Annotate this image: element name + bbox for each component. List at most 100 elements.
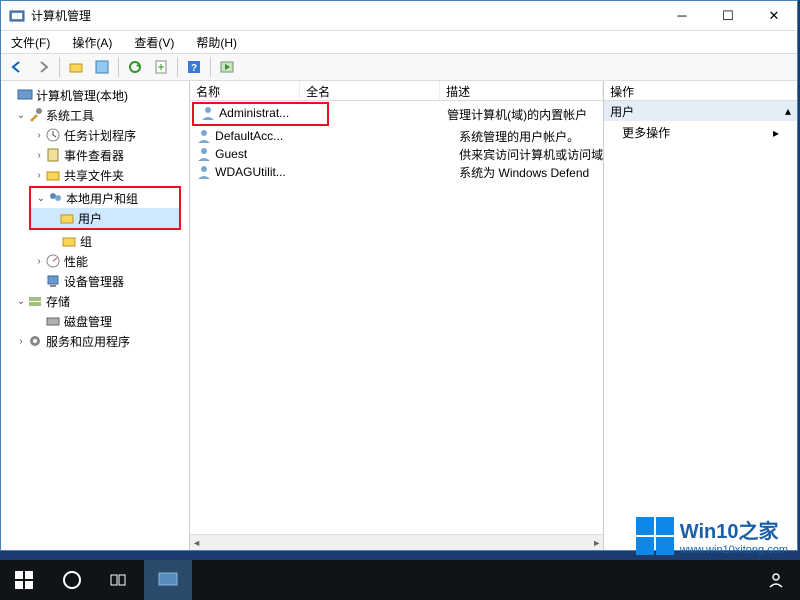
list-item-guest[interactable]: Guest 供来宾访问计算机或访问域 [190, 145, 603, 163]
perf-icon [45, 253, 61, 269]
tree-tasksched[interactable]: › 任务计划程序 [3, 125, 187, 145]
start-button[interactable] [0, 560, 48, 600]
cell-desc: 系统管理的用户帐户。 [459, 128, 579, 145]
window-title: 计算机管理 [31, 7, 659, 24]
forward-button[interactable] [31, 55, 55, 79]
tree-svcapps[interactable]: › 服务和应用程序 [3, 331, 187, 351]
tools-icon [27, 107, 43, 123]
tree-systools[interactable]: ⌄ 系统工具 [3, 105, 187, 125]
menubar: 文件(F) 操作(A) 查看(V) 帮助(H) [1, 31, 797, 53]
user-icon [196, 164, 212, 180]
list-item-wdag[interactable]: WDAGUtilit... 系统为 Windows Defend [190, 163, 603, 181]
tree-label: 磁盘管理 [64, 313, 112, 330]
toolbar: ? [1, 53, 797, 81]
folder-icon [59, 210, 75, 226]
tree-label: 存储 [46, 293, 70, 310]
expand-icon[interactable]: › [15, 336, 27, 347]
tray-people-icon[interactable] [752, 560, 800, 600]
col-desc[interactable]: 描述 [440, 81, 603, 100]
expand-icon[interactable]: › [33, 256, 45, 267]
export-button[interactable] [149, 55, 173, 79]
tree-localusers[interactable]: ⌄ 本地用户和组 [31, 188, 179, 208]
expand-icon[interactable]: › [33, 150, 45, 161]
users-icon [47, 190, 63, 206]
highlight-local-users: ⌄ 本地用户和组 用户 [29, 186, 181, 230]
cortana-button[interactable] [48, 560, 96, 600]
window-controls: ─ ☐ ✕ [659, 1, 797, 31]
actions-section-label: 用户 [610, 103, 634, 120]
expand-icon[interactable]: › [33, 130, 45, 141]
list-pane: 名称 全名 描述 Administrat... 管理计算机(域)的内置帐户 De… [190, 81, 604, 550]
col-name[interactable]: 名称 [190, 81, 300, 100]
tree-root[interactable]: 计算机管理(本地) [3, 85, 187, 105]
cell-desc: 供来宾访问计算机或访问域 [459, 146, 603, 163]
user-icon [196, 146, 212, 162]
back-button[interactable] [5, 55, 29, 79]
computer-management-window: 计算机管理 ─ ☐ ✕ 文件(F) 操作(A) 查看(V) 帮助(H) ? [0, 0, 798, 551]
menu-help[interactable]: 帮助(H) [192, 32, 241, 53]
taskview-button[interactable] [96, 560, 144, 600]
up-button[interactable] [64, 55, 88, 79]
folder-icon [45, 167, 61, 183]
windows-logo-icon [636, 517, 674, 555]
cell-name: WDAGUtilit... [215, 165, 319, 179]
user-icon [196, 128, 212, 144]
titlebar: 计算机管理 ─ ☐ ✕ [1, 1, 797, 31]
tree-label: 共享文件夹 [64, 167, 124, 184]
minimize-button[interactable]: ─ [659, 1, 705, 31]
collapse-icon[interactable]: ⌄ [15, 296, 27, 307]
main-body: 计算机管理(本地) ⌄ 系统工具 › 任务计划程序 › 事件查看器 › 共享文件… [1, 81, 797, 550]
col-fullname[interactable]: 全名 [300, 81, 440, 100]
help-button[interactable]: ? [182, 55, 206, 79]
menu-view[interactable]: 查看(V) [130, 32, 178, 53]
actions-pane: 操作 用户 ▴ 更多操作 ▸ [604, 81, 797, 550]
tree-label: 任务计划程序 [64, 127, 136, 144]
device-icon [45, 273, 61, 289]
list-header: 名称 全名 描述 [190, 81, 603, 101]
refresh-button[interactable] [123, 55, 147, 79]
menu-file[interactable]: 文件(F) [7, 32, 54, 53]
folder-icon [61, 233, 77, 249]
maximize-button[interactable]: ☐ [705, 1, 751, 31]
tree-storage[interactable]: ⌄ 存储 [3, 291, 187, 311]
tree-label: 设备管理器 [64, 273, 124, 290]
actions-section[interactable]: 用户 ▴ [604, 101, 797, 121]
event-icon [45, 147, 61, 163]
cell-desc: 管理计算机(域)的内置帐户 [447, 108, 587, 122]
list-body: Administrat... 管理计算机(域)的内置帐户 DefaultAcc.… [190, 101, 603, 534]
tree-evtviewer[interactable]: › 事件查看器 [3, 145, 187, 165]
disk-icon [45, 313, 61, 329]
tree-devmgr[interactable]: 设备管理器 [3, 271, 187, 291]
expand-icon[interactable]: › [33, 170, 45, 181]
tree-label: 事件查看器 [64, 147, 124, 164]
taskbar-app-compmgmt[interactable] [144, 560, 192, 600]
tree-label: 用户 [78, 210, 102, 227]
tree-label: 服务和应用程序 [46, 333, 130, 350]
cell-name: Guest [215, 147, 319, 161]
collapse-icon[interactable]: ⌄ [15, 110, 27, 121]
collapse-icon[interactable]: ⌄ [35, 193, 47, 204]
list-item-defaultaccount[interactable]: DefaultAcc... 系统管理的用户帐户。 [190, 127, 603, 145]
cell-name: Administrat... [219, 106, 305, 120]
actions-more[interactable]: 更多操作 ▸ [604, 121, 797, 144]
chevron-up-icon: ▴ [785, 104, 791, 118]
storage-icon [27, 293, 43, 309]
tree-shared[interactable]: › 共享文件夹 [3, 165, 187, 185]
tree-diskmgr[interactable]: 磁盘管理 [3, 311, 187, 331]
user-icon [200, 105, 216, 121]
watermark: Win10之家 www.win10xitong.com [636, 515, 788, 556]
horizontal-scrollbar[interactable]: ◄► [190, 534, 603, 550]
tree-label: 性能 [64, 253, 88, 270]
svg-text:?: ? [191, 63, 197, 74]
tree-groups[interactable]: 组 [3, 231, 187, 251]
tree-perf[interactable]: › 性能 [3, 251, 187, 271]
tree-label: 系统工具 [46, 107, 94, 124]
nav-tree: 计算机管理(本地) ⌄ 系统工具 › 任务计划程序 › 事件查看器 › 共享文件… [1, 81, 190, 550]
menu-action[interactable]: 操作(A) [68, 32, 116, 53]
list-item-administrator[interactable]: Administrat... [194, 104, 305, 122]
show-hide-button[interactable] [215, 55, 239, 79]
tree-users[interactable]: 用户 [31, 208, 179, 228]
actions-more-label: 更多操作 [622, 124, 670, 141]
properties-button[interactable] [90, 55, 114, 79]
close-button[interactable]: ✕ [751, 1, 797, 31]
